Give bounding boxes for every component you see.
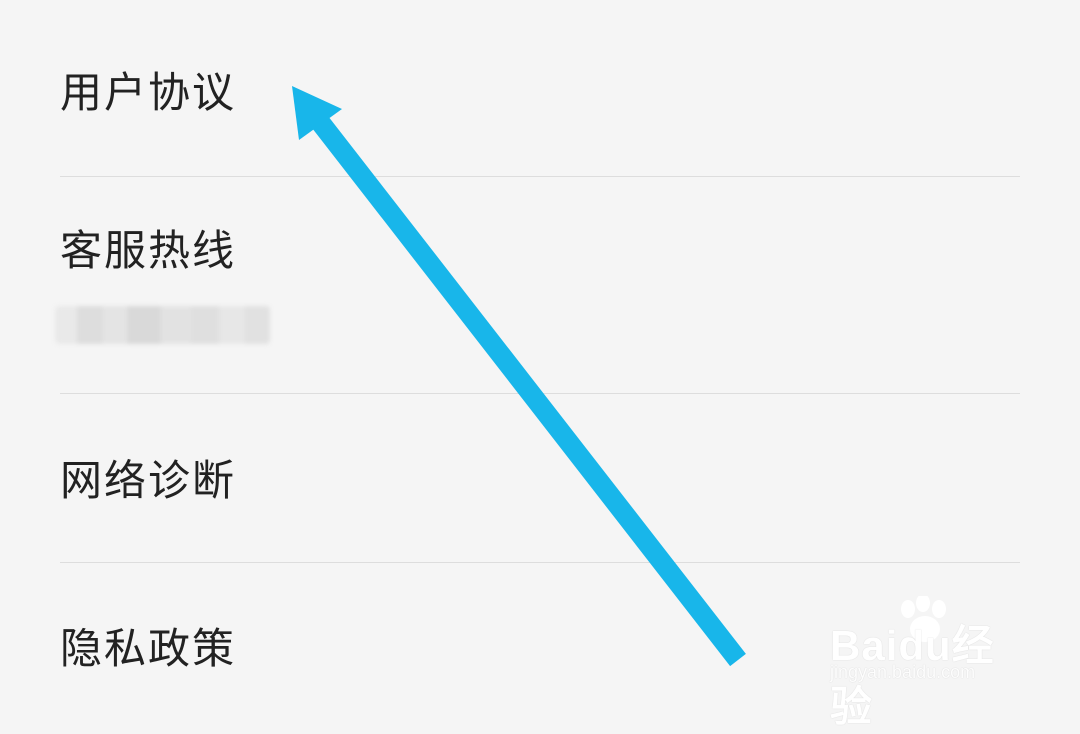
baidu-jingyan-watermark: Baidu经验 jingyan.baidu.com [830,596,1020,730]
menu-item-label: 网络诊断 [60,456,237,505]
hotline-number-redacted [55,306,270,344]
menu-item-label: 客服热线 [60,226,237,275]
menu-item-user-agreement[interactable]: 用户协议 [60,72,1020,114]
menu-divider [60,562,1020,563]
menu-item-customer-service-hotline[interactable]: 客服热线 [60,230,1020,272]
menu-item-network-diagnosis[interactable]: 网络诊断 [60,460,1020,502]
menu-divider [60,393,1020,394]
menu-divider [60,176,1020,177]
menu-item-label: 用户协议 [60,68,237,117]
watermark-url: jingyan.baidu.com [830,662,976,682]
